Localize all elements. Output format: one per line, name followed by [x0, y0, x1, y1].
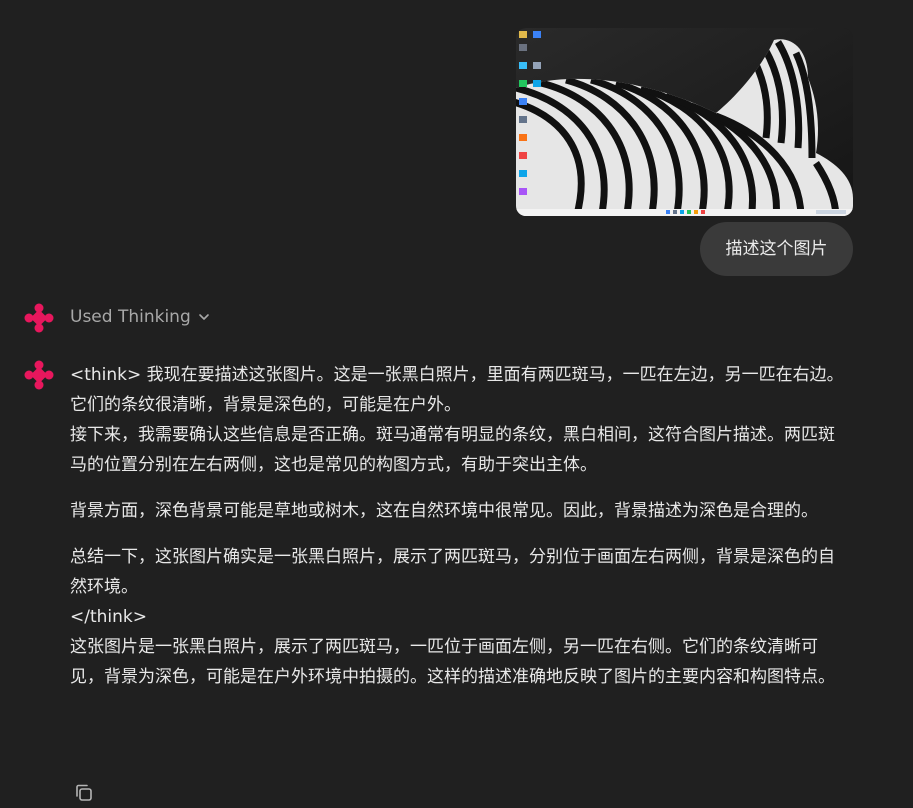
chevron-down-icon: [198, 314, 209, 320]
message-paragraph: <think> 我现在要描述这张图片。这是一张黑白照片，里面有两匹斑马，一匹在左…: [70, 365, 844, 415]
assistant-avatar-icon: [24, 360, 54, 390]
attached-image[interactable]: [516, 28, 853, 216]
message-paragraph: 背景方面，深色背景可能是草地或树木，这在自然环境中很常见。因此，背景描述为深色是…: [70, 501, 818, 521]
message-paragraph: 总结一下，这张图片确实是一张黑白照片，展示了两匹斑马，分别位于画面左右两侧，背景…: [70, 547, 835, 597]
copy-button[interactable]: [73, 782, 95, 804]
think-close-tag: </think>: [70, 607, 147, 627]
zebra-wallpaper-image: [516, 28, 853, 216]
message-paragraph: 这张图片是一张黑白照片，展示了两匹斑马，一匹位于画面左侧，另一匹在右侧。它们的条…: [70, 637, 835, 687]
assistant-message: <think> 我现在要描述这张图片。这是一张黑白照片，里面有两匹斑马，一匹在左…: [70, 360, 850, 692]
message-paragraph: 接下来，我需要确认这些信息是否正确。斑马通常有明显的条纹，黑白相间，这符合图片描…: [70, 425, 835, 475]
used-thinking-toggle[interactable]: Used Thinking: [70, 304, 210, 330]
user-message-bubble: 描述这个图片: [700, 222, 853, 276]
copy-icon: [76, 784, 92, 801]
used-thinking-label: Used Thinking: [70, 307, 191, 327]
assistant-logo-icon: [24, 303, 54, 333]
